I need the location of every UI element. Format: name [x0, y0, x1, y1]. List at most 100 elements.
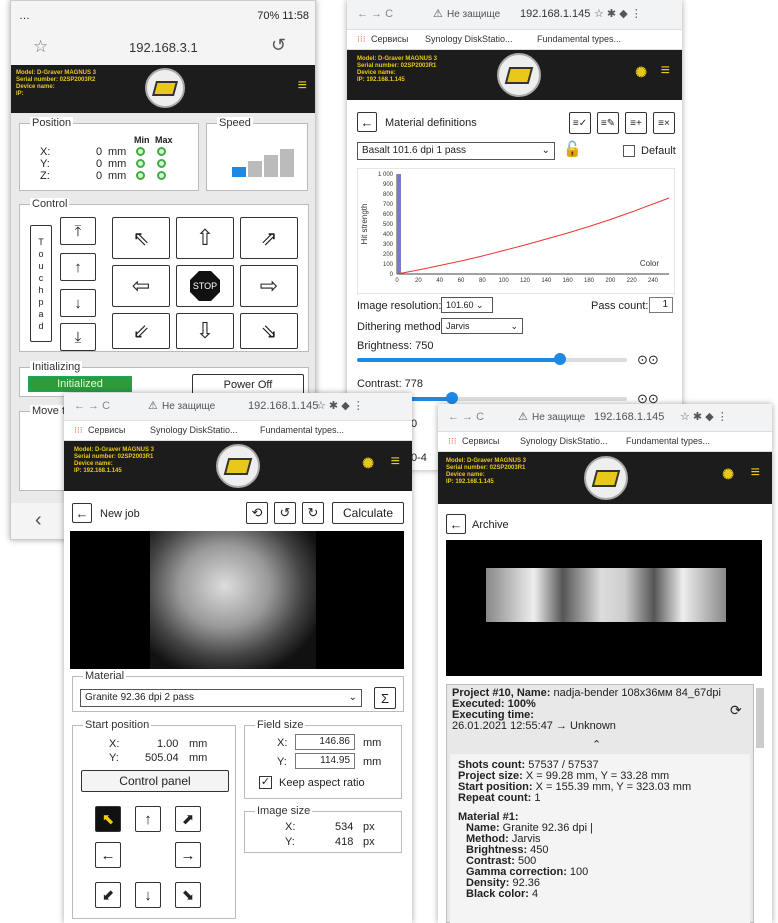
bulb-icon[interactable]: ✺ — [722, 466, 734, 483]
jog-down-right-button[interactable]: ⬊ — [175, 882, 201, 908]
z-bottom-button[interactable]: ⤓ — [60, 323, 96, 351]
jog-right-button[interactable]: → — [175, 842, 201, 868]
nav-arrows[interactable]: ← → C — [357, 8, 393, 20]
sum-button[interactable]: Σ — [374, 687, 396, 709]
pass-label: Pass count: — [591, 300, 649, 312]
brightness-step-icons[interactable]: ⊙⊙ — [637, 352, 659, 368]
move-down-left-button[interactable]: ⇙ — [112, 313, 170, 349]
material-select[interactable]: Granite 92.36 dpi 2 pass ⌄ — [80, 689, 362, 707]
nav-arrows[interactable]: ← → C — [74, 400, 110, 412]
star-icon[interactable]: ☆ — [33, 37, 48, 57]
rotate-left-icon[interactable]: ↺ — [274, 502, 296, 524]
back-icon[interactable]: ‹ — [35, 509, 42, 532]
touchpad-letter: a — [38, 308, 44, 319]
touchpad-button[interactable]: Touchpad — [30, 225, 52, 342]
control-group: Control Touchpad ⤒ ↑ ↓ ⤓ ⇖ ⇧ ⇗ ⇦ STOP ⇨ … — [19, 198, 309, 352]
scrollbar[interactable] — [756, 688, 764, 748]
jog-down-left-button[interactable]: ⬋ — [95, 882, 121, 908]
back-button[interactable]: ← — [446, 514, 466, 534]
max-led — [157, 171, 166, 180]
jog-down-button[interactable]: ↓ — [135, 882, 161, 908]
phone-url[interactable]: 192.168.3.1 — [129, 40, 198, 55]
field-x-input[interactable]: 146.86 — [295, 734, 355, 750]
add-icon[interactable]: ≡+ — [625, 112, 647, 134]
brightness-thumb[interactable] — [553, 353, 566, 365]
extensions-icon[interactable]: ☆ ✱ ◆ ⋮ — [594, 7, 642, 20]
contrast-thumb[interactable] — [445, 392, 458, 404]
edit-icon[interactable]: ≡✎ — [597, 112, 619, 134]
bookmark[interactable]: Сервисы — [371, 34, 408, 44]
bookmark[interactable]: Synology DiskStatio... — [150, 425, 238, 435]
move-up-left-button[interactable]: ⇖ — [112, 217, 170, 259]
x-tick-label: 40 — [436, 278, 443, 284]
extensions-icon[interactable]: ☆ ✱ ◆ ⋮ — [316, 399, 364, 412]
jog-up-button[interactable]: ↑ — [135, 806, 161, 832]
url[interactable]: 192.168.1.145 — [594, 411, 664, 423]
phone-header: Model: D-Graver MAGNUS 3 Serial number: … — [11, 65, 315, 113]
speed-group: Speed — [206, 117, 308, 191]
rotate-right-icon[interactable]: ↻ — [302, 502, 324, 524]
axis-row: X: 0 mm — [40, 146, 195, 158]
rotate-icon[interactable]: ⟲ — [246, 502, 268, 524]
nav-arrows[interactable]: ← → C — [448, 411, 484, 423]
bulb-icon[interactable]: ✺ — [635, 64, 647, 81]
apps-icon[interactable]: ⁝⁝⁝ — [357, 34, 366, 45]
z-up-button[interactable]: ↑ — [60, 253, 96, 281]
bulb-icon[interactable]: ✺ — [362, 455, 374, 472]
apps-icon[interactable]: ⁝⁝⁝ — [74, 425, 83, 436]
jog-up-right-button[interactable]: ⬈ — [175, 806, 201, 832]
bookmark[interactable]: Fundamental types... — [260, 425, 344, 435]
image-size-label: Image size — [255, 805, 313, 817]
menu-icon[interactable]: ≡ — [298, 77, 307, 95]
menu-icon[interactable]: ≡ — [391, 453, 400, 471]
bookmark[interactable]: Fundamental types... — [626, 436, 710, 446]
project-summary[interactable]: Project #10, Name: nadja-bender 108x36мм… — [452, 688, 752, 732]
not-secure-text: Не защище — [162, 401, 216, 412]
y-tick-label: 100 — [383, 262, 394, 268]
dither-select[interactable]: Jarvis ⌄ — [441, 318, 523, 334]
control-panel-button[interactable]: Control panel — [81, 770, 229, 792]
refresh-icon[interactable]: ⟳ — [730, 702, 742, 719]
reload-icon[interactable]: ↺ — [271, 35, 286, 56]
min-label: Min — [134, 135, 150, 145]
field-y-input[interactable]: 114.95 — [295, 753, 355, 769]
back-button[interactable]: ← — [72, 503, 92, 523]
jog-left-button[interactable]: ← — [95, 842, 121, 868]
move-up-button[interactable]: ⇧ — [176, 217, 234, 259]
move-down-right-button[interactable]: ⇘ — [240, 313, 298, 349]
back-button[interactable]: ← — [357, 112, 377, 132]
page-title: Material definitions — [385, 117, 477, 129]
lock-icon[interactable]: 🔓 — [563, 140, 582, 158]
keep-aspect-checkbox[interactable]: ✓ — [259, 776, 272, 789]
calculate-button[interactable]: Calculate — [332, 502, 404, 524]
z-top-button[interactable]: ⤒ — [60, 217, 96, 245]
jog-up-left-button[interactable]: ⬉ — [95, 806, 121, 832]
brightness-slider[interactable] — [357, 358, 627, 362]
bookmark[interactable]: Сервисы — [88, 425, 125, 435]
delete-icon[interactable]: ≡× — [653, 112, 675, 134]
bookmark[interactable]: Synology DiskStatio... — [425, 34, 513, 44]
resolution-select[interactable]: 101.60 ⌄ — [441, 297, 493, 313]
menu-icon[interactable]: ≡ — [751, 464, 760, 482]
save-icon[interactable]: ≡✓ — [569, 112, 591, 134]
material-select[interactable]: Basalt 101.6 dpi 1 pass ⌄ — [357, 142, 555, 160]
move-up-right-button[interactable]: ⇗ — [240, 217, 298, 259]
extensions-icon[interactable]: ☆ ✱ ◆ ⋮ — [680, 410, 728, 423]
bookmark[interactable]: Fundamental types... — [537, 34, 621, 44]
pass-input[interactable]: 1 — [649, 297, 673, 313]
collapse-icon[interactable]: ⌃ — [592, 738, 601, 751]
speed-indicator[interactable] — [232, 149, 294, 177]
move-down-button[interactable]: ⇩ — [176, 313, 234, 349]
menu-icon[interactable]: ≡ — [661, 62, 670, 80]
url[interactable]: 192.168.1.145 — [520, 8, 590, 20]
bookmark[interactable]: Synology DiskStatio... — [520, 436, 608, 446]
browser-bar: ← → C ⚠ 192.168.1.145 Не защище ☆ ✱ ◆ ⋮ — [64, 393, 412, 421]
bookmark[interactable]: Сервисы — [462, 436, 499, 446]
z-down-button[interactable]: ↓ — [60, 289, 96, 317]
not-secure-label[interactable]: 192.168.1.145 — [248, 400, 318, 412]
move-left-button[interactable]: ⇦ — [112, 265, 170, 307]
default-checkbox[interactable] — [623, 145, 635, 157]
stop-button[interactable]: STOP — [176, 265, 234, 307]
move-right-button[interactable]: ⇨ — [240, 265, 298, 307]
apps-icon[interactable]: ⁝⁝⁝ — [448, 436, 457, 447]
